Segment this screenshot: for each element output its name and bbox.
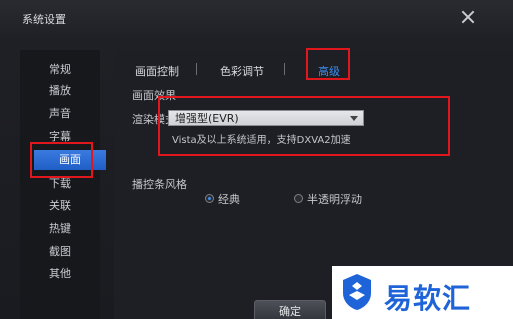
radio-classic[interactable] xyxy=(205,194,214,203)
sidebar-item-sound[interactable]: 声音 xyxy=(20,104,100,124)
section-title-control-bar: 播控条风格 xyxy=(132,178,187,191)
sidebar-item-other[interactable]: 其他 xyxy=(20,264,100,284)
tab-divider xyxy=(284,63,285,75)
highlight-box-picture xyxy=(30,142,93,178)
screenshot: 系统设置 常规 播放 声音 字幕 画面 下载 关联 热键 截图 其他 画面控制 … xyxy=(0,0,513,319)
highlight-box-advanced-tab xyxy=(306,48,350,80)
sidebar-item-association[interactable]: 关联 xyxy=(20,196,100,216)
sidebar-item-general[interactable]: 常规 xyxy=(20,60,100,80)
ok-button[interactable]: 确定 xyxy=(254,300,326,319)
tab-picture-control[interactable]: 画面控制 xyxy=(135,63,179,79)
shield-icon xyxy=(343,274,371,310)
tab-divider xyxy=(196,63,197,75)
settings-sidebar: 常规 播放 声音 字幕 画面 下载 关联 热键 截图 其他 xyxy=(20,50,106,319)
title-bar: 系统设置 xyxy=(0,0,513,38)
radio-classic-label[interactable]: 经典 xyxy=(218,191,240,207)
close-icon[interactable] xyxy=(461,10,475,24)
sidebar-item-hotkeys[interactable]: 热键 xyxy=(20,219,100,239)
sidebar-item-screenshot[interactable]: 截图 xyxy=(20,242,100,262)
watermark-logo: 易软汇 xyxy=(332,266,513,319)
sidebar-item-playback[interactable]: 播放 xyxy=(20,81,100,101)
radio-translucent[interactable] xyxy=(294,194,303,203)
watermark-text: 易软汇 xyxy=(384,282,472,315)
window-title: 系统设置 xyxy=(22,13,66,26)
highlight-box-render-mode xyxy=(158,96,450,156)
radio-translucent-label[interactable]: 半透明浮动 xyxy=(307,191,362,207)
tab-color-adjust[interactable]: 色彩调节 xyxy=(220,63,264,79)
